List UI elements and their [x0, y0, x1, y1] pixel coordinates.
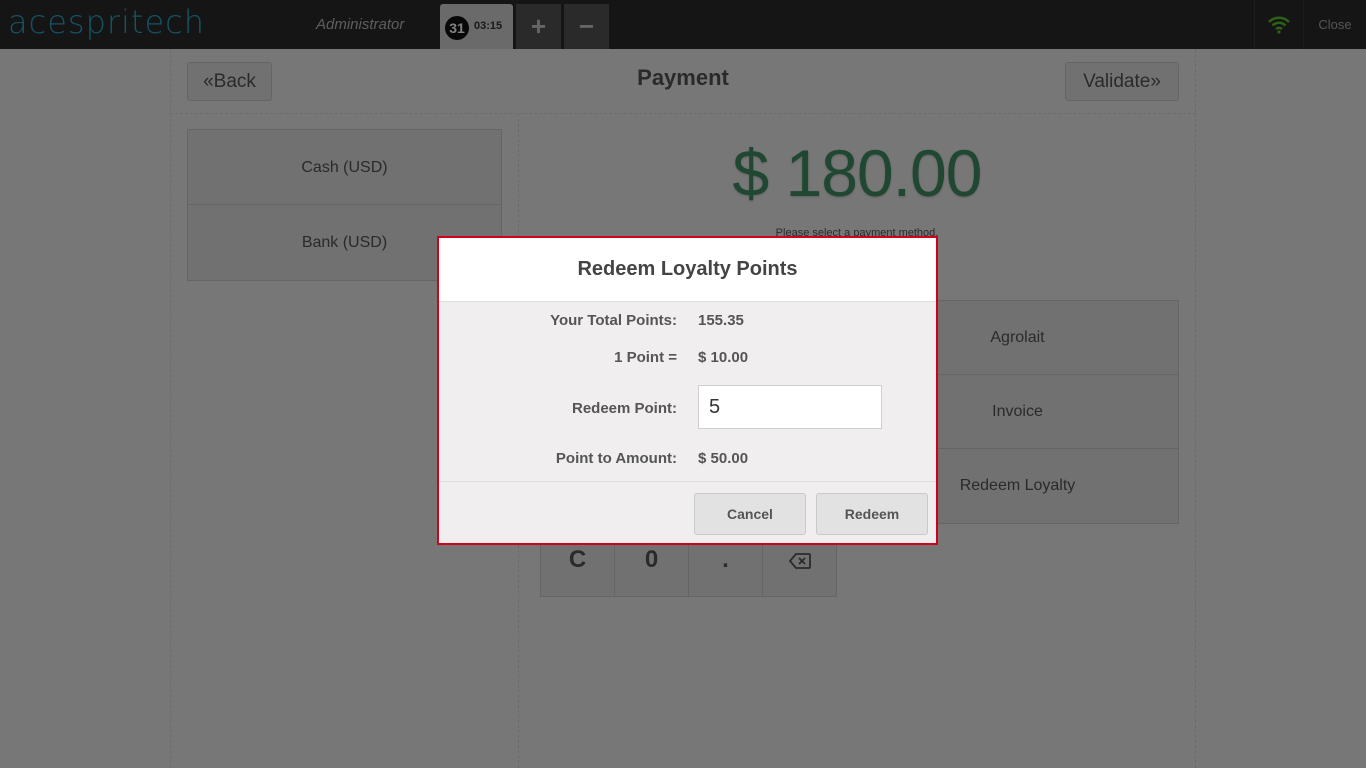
dialog-title: Redeem Loyalty Points — [439, 238, 936, 302]
redeem-button[interactable]: Redeem — [816, 493, 928, 535]
dialog-footer: Cancel Redeem — [439, 481, 936, 543]
point-rate-value: $ 10.00 — [698, 349, 749, 366]
redeem-point-input[interactable]: 5 — [698, 385, 882, 429]
point-amount-label: Point to Amount: — [555, 450, 677, 467]
total-points-value: 155.35 — [698, 312, 744, 329]
cancel-button[interactable]: Cancel — [694, 493, 806, 535]
redeem-point-label: Redeem Point: — [571, 400, 677, 417]
point-rate-label: 1 Point = — [614, 349, 677, 366]
redeem-loyalty-dialog: Redeem Loyalty Points Your Total Points:… — [437, 236, 938, 545]
total-points-label: Your Total Points: — [550, 312, 677, 329]
point-amount-value: $ 50.00 — [698, 450, 749, 467]
